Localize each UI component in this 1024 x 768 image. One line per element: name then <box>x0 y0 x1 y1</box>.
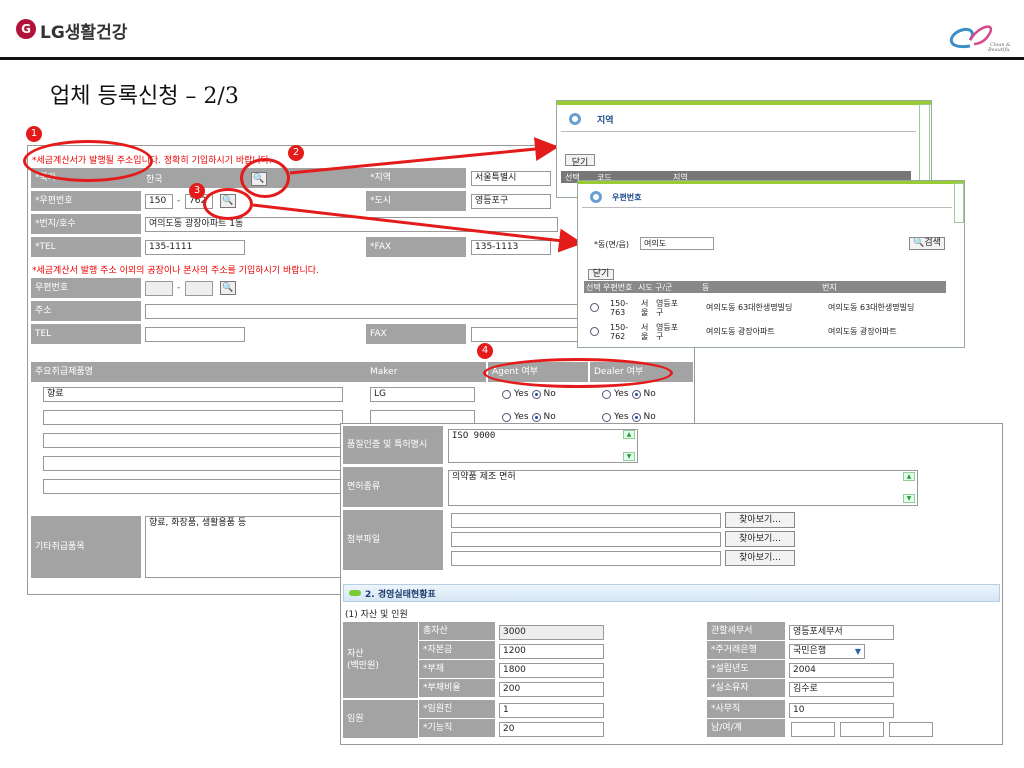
total-asset-label: 총자산 <box>419 622 495 640</box>
attach-field-2[interactable] <box>451 532 721 547</box>
office-label: *사무직 <box>707 700 785 718</box>
zip-popup-icon <box>590 191 602 203</box>
chevron-down-icon: ▼ <box>854 647 861 656</box>
zip-row-dong: 여의도동 63대한생명빌딩 <box>706 303 793 312</box>
section2-title: 2. 경영실태현황표 <box>365 590 436 600</box>
zip-row-sido: 서울 <box>641 323 649 341</box>
bank-selected-value: 국민은행 <box>793 646 827 656</box>
browse-button-2[interactable]: 찾아보기... <box>725 531 795 547</box>
zip-scrollbar[interactable] <box>954 183 964 223</box>
zip-row-radio[interactable] <box>590 302 599 312</box>
zip-col-bunji: 번지 <box>822 283 837 292</box>
staff-label: 임원 <box>343 700 418 738</box>
bank-select[interactable]: 국민은행 ▼ <box>789 644 865 659</box>
zip-col-zip: 우편번호 <box>603 283 633 292</box>
detail-panel: 품질인증 및 특허명시 ISO 9000 ▲ ▼ 면허종류 의약품 제조 면허 … <box>340 423 1003 745</box>
zip-row-bunji: 여의도동 63대한생명빌딩 <box>828 303 915 312</box>
owner-label: *실소유자 <box>707 679 785 697</box>
region-popup-topbar <box>557 101 931 105</box>
est-year-label: *설립년도 <box>707 660 785 678</box>
search-label: 검색 <box>924 238 941 248</box>
office-field[interactable]: 10 <box>789 703 894 718</box>
license-scroll-down-icon[interactable]: ▼ <box>903 494 915 503</box>
zip-row-dong: 여의도동 광장아파트 <box>706 327 775 336</box>
zip-col-sido: 시도 <box>638 283 653 292</box>
section2-bar <box>343 584 1000 602</box>
capital-field[interactable]: 1200 <box>499 644 604 659</box>
browse-button-1[interactable]: 찾아보기... <box>725 512 795 528</box>
license-field[interactable]: 의약품 제조 면허 <box>448 470 918 506</box>
zip-search-button[interactable]: 🔍검색 <box>909 237 945 250</box>
cert-scroll-down-icon[interactable]: ▼ <box>623 452 635 461</box>
female-field[interactable] <box>840 722 884 737</box>
capital-label: *자본금 <box>419 641 495 659</box>
assets-subtitle: (1) 자산 및 인원 <box>345 610 408 620</box>
zip-row-zip: 150-763 <box>610 299 629 317</box>
attach-label: 첨부파일 <box>343 510 443 570</box>
tech-field[interactable]: 20 <box>499 722 604 737</box>
zip-row-bunji: 여의도동 광장아파트 <box>828 327 897 336</box>
zip-popup: 우편번호 *동(면/읍) 여의도 🔍검색 닫기 선택 우편번호 시도 구/군 동… <box>577 180 965 348</box>
tax-office-field[interactable]: 영등포세무서 <box>789 625 894 640</box>
zip-row-sido: 서울 <box>641 299 649 317</box>
debt-ratio-field[interactable]: 200 <box>499 682 604 697</box>
est-year-field[interactable]: 2004 <box>789 663 894 678</box>
region-popup-icon <box>569 113 581 125</box>
cert-label: 품질인증 및 특허명시 <box>343 426 443 464</box>
tax-office-label: 관할세무서 <box>707 622 785 640</box>
zip-col-gu: 구/군 <box>655 283 673 292</box>
zip-row-gu: 영등포구 <box>656 323 679 341</box>
section2-icon <box>349 590 361 596</box>
owner-field[interactable]: 김수로 <box>789 682 894 697</box>
cert-scroll-up-icon[interactable]: ▲ <box>623 430 635 439</box>
zip-close-button[interactable]: 닫기 <box>588 269 614 280</box>
total-staff-field[interactable] <box>889 722 933 737</box>
zip-popup-topbar <box>578 181 964 184</box>
zip-row-zip: 150-762 <box>610 323 629 341</box>
exec-label: *임원진 <box>419 700 495 718</box>
zip-col-select: 선택 <box>586 283 601 292</box>
debt-ratio-label: *부채비율 <box>419 679 495 697</box>
cert-field[interactable]: ISO 9000 <box>448 429 638 463</box>
debt-field[interactable]: 1800 <box>499 663 604 678</box>
asset-label: 자산 (백만원) <box>343 622 418 698</box>
total-asset-field[interactable]: 3000 <box>499 625 604 640</box>
zip-col-dong: 동 <box>702 283 710 292</box>
search-icon: 🔍 <box>913 238 925 248</box>
zip-popup-title: 우편번호 <box>612 193 642 202</box>
zip-row-gu: 영등포구 <box>656 299 679 317</box>
gender-label: 남/여/계 <box>707 719 785 737</box>
region-popup-title: 지역 <box>597 116 614 126</box>
zip-row-2[interactable]: 150-762 서울 영등포구 여의도동 광장아파트 여의도동 광장아파트 <box>584 319 946 341</box>
dong-label: *동(면/읍) <box>594 240 630 249</box>
attach-field-1[interactable] <box>451 513 721 528</box>
male-field[interactable] <box>791 722 835 737</box>
exec-field[interactable]: 1 <box>499 703 604 718</box>
dong-field[interactable]: 여의도 <box>640 237 714 250</box>
debt-label: *부채 <box>419 660 495 678</box>
attach-field-3[interactable] <box>451 551 721 566</box>
zip-row-radio[interactable] <box>590 326 599 336</box>
bank-label: *주거래은행 <box>707 641 785 659</box>
license-scroll-up-icon[interactable]: ▲ <box>903 472 915 481</box>
browse-button-3[interactable]: 찾아보기... <box>725 550 795 566</box>
zip-row-1[interactable]: 150-763 서울 영등포구 여의도동 63대한생명빌딩 여의도동 63대한생… <box>584 295 946 317</box>
region-close-button[interactable]: 닫기 <box>565 154 595 168</box>
tech-label: *기능직 <box>419 719 495 737</box>
license-label: 면허종류 <box>343 467 443 507</box>
